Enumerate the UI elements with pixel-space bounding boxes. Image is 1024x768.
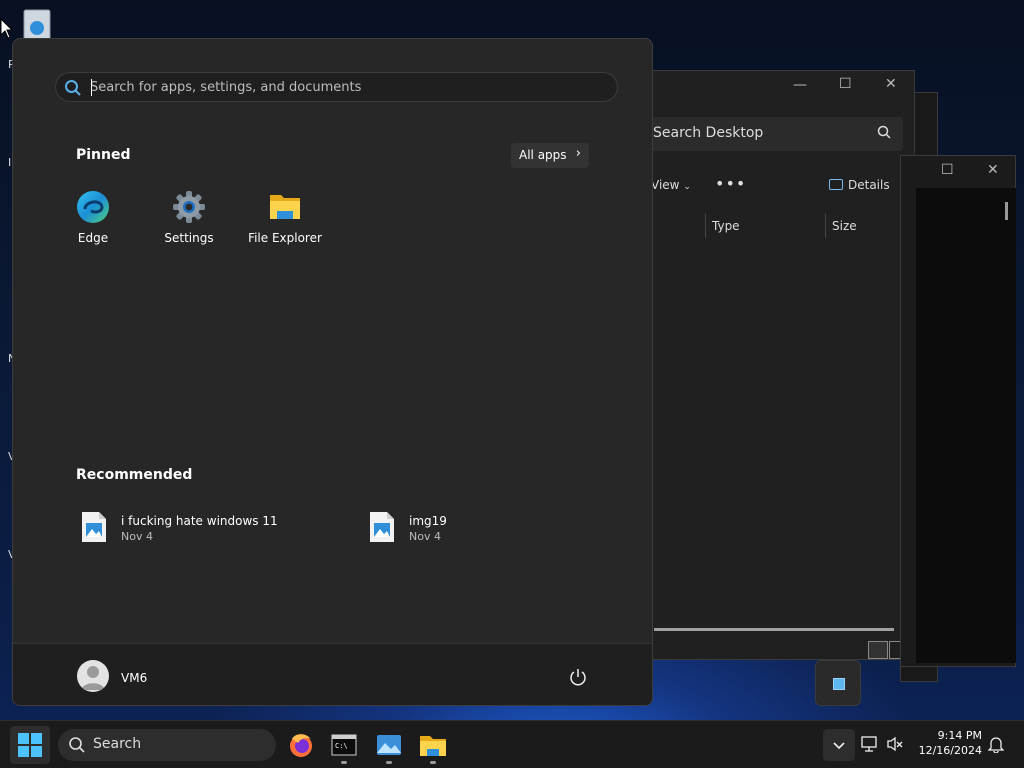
- explorer-toolbar: View ⌄ ••• Details: [641, 170, 913, 202]
- start-button[interactable]: [10, 726, 50, 764]
- recommended-item-name: i fucking hate windows 11: [121, 514, 278, 528]
- pinned-app-label: Settings: [164, 231, 214, 245]
- search-icon: [69, 737, 85, 753]
- recommended-item-name: img19: [409, 514, 447, 528]
- edge-icon: [77, 191, 109, 223]
- column-size-label: Size: [832, 219, 857, 233]
- notification-bell-icon[interactable]: [988, 735, 1004, 753]
- user-icon: [81, 666, 105, 690]
- show-hidden-icons-button[interactable]: [823, 729, 855, 761]
- text-caret: [91, 79, 92, 96]
- maximize-icon[interactable]: ☐: [941, 162, 954, 178]
- start-menu: Search for apps, settings, and documents…: [12, 38, 653, 706]
- view-menu-button[interactable]: View ⌄: [651, 178, 691, 192]
- taskbar-search-label: Search: [93, 736, 142, 752]
- details-pane-icon: [829, 179, 843, 190]
- app-square-icon: [833, 678, 845, 690]
- image-file-icon: [370, 512, 394, 542]
- close-icon[interactable]: ✕: [987, 162, 999, 178]
- terminal-icon[interactable]: C:\: [328, 729, 360, 761]
- recommended-item[interactable]: img19 Nov 4: [369, 509, 569, 545]
- recommended-item[interactable]: i fucking hate windows 11 Nov 4: [81, 509, 321, 545]
- pinned-app-settings[interactable]: Settings: [143, 189, 235, 245]
- terminal-scrollbar[interactable]: [1005, 202, 1008, 220]
- clock-date: 12/16/2024: [918, 744, 982, 757]
- pinned-title: Pinned: [76, 147, 131, 163]
- explorer-search-input[interactable]: Search Desktop: [641, 117, 903, 151]
- photos-icon[interactable]: [373, 729, 405, 761]
- minimize-icon[interactable]: —: [793, 77, 807, 93]
- running-indicator: [341, 761, 347, 764]
- chevron-up-icon: [833, 742, 845, 750]
- details-view-button[interactable]: [868, 641, 888, 659]
- floating-window-thumbnail[interactable]: [815, 660, 861, 706]
- explorer-search-placeholder: Search Desktop: [653, 125, 764, 141]
- gear-icon: [173, 191, 205, 223]
- folder-icon: [270, 195, 300, 219]
- start-search-placeholder: Search for apps, settings, and documents: [90, 80, 362, 95]
- taskbar-search-box[interactable]: Search: [58, 729, 276, 761]
- taskbar: Search C:\ 9:14 PM 12/16/2024: [0, 720, 1024, 768]
- horizontal-scrollbar[interactable]: [654, 628, 894, 631]
- maximize-icon[interactable]: ☐: [839, 76, 852, 92]
- search-icon: [877, 125, 891, 139]
- recommended-title: Recommended: [76, 467, 193, 483]
- running-indicator: [386, 761, 392, 764]
- recommended-item-date: Nov 4: [409, 530, 441, 543]
- chevron-down-icon: ⌄: [683, 182, 691, 192]
- file-explorer-window[interactable]: — ☐ ✕: [640, 70, 915, 660]
- clock-time: 9:14 PM: [937, 729, 982, 742]
- windows-logo-icon: [18, 733, 42, 757]
- volume-muted-icon[interactable]: [886, 735, 904, 753]
- image-file-icon: [82, 512, 106, 542]
- taskbar-clock[interactable]: 9:14 PM 12/16/2024: [910, 728, 982, 758]
- all-apps-button[interactable]: All apps ›: [511, 143, 589, 168]
- start-search-input[interactable]: Search for apps, settings, and documents: [55, 72, 618, 102]
- pinned-app-file-explorer[interactable]: File Explorer: [239, 189, 331, 245]
- more-options-icon[interactable]: •••: [715, 174, 746, 193]
- user-name: VM6: [121, 671, 148, 685]
- pinned-app-label: File Explorer: [248, 231, 322, 245]
- desktop-clipped-label: I: [8, 156, 12, 169]
- close-icon[interactable]: ✕: [885, 76, 897, 92]
- svg-text:C:\: C:\: [335, 742, 348, 750]
- all-apps-label: All apps: [519, 148, 567, 162]
- chevron-right-icon: ›: [575, 146, 581, 161]
- running-indicator: [430, 761, 436, 764]
- pinned-app-edge[interactable]: Edge: [47, 189, 139, 245]
- firefox-icon[interactable]: [285, 729, 317, 761]
- power-icon[interactable]: [569, 668, 587, 686]
- view-label: View: [651, 178, 680, 192]
- column-header-type[interactable]: Type: [705, 214, 825, 238]
- network-icon[interactable]: [861, 735, 879, 753]
- search-icon: [65, 80, 81, 96]
- file-explorer-icon[interactable]: [417, 729, 449, 761]
- details-pane-button[interactable]: Details: [829, 178, 890, 192]
- column-header-size[interactable]: Size: [825, 214, 905, 238]
- terminal-content[interactable]: [916, 188, 1016, 663]
- column-type-label: Type: [712, 219, 740, 233]
- user-avatar-button[interactable]: [77, 660, 109, 692]
- pinned-app-label: Edge: [77, 231, 109, 245]
- details-label: Details: [848, 178, 890, 192]
- recommended-item-date: Nov 4: [121, 530, 153, 543]
- mouse-cursor-icon: [0, 18, 14, 39]
- start-menu-footer: VM6: [13, 643, 652, 705]
